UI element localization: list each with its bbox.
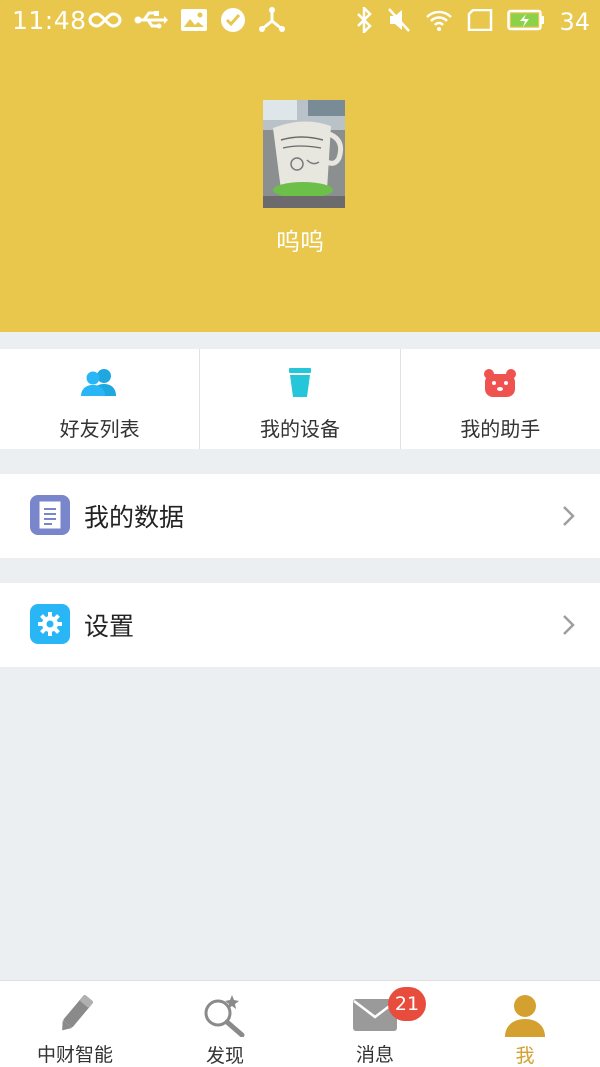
nav-item-messages[interactable]: 21 消息 — [300, 981, 450, 1067]
my-data-row[interactable]: 我的数据 — [0, 474, 600, 558]
nav-label-discover: 发现 — [205, 1045, 244, 1067]
chevron-right-icon — [558, 613, 578, 637]
bear-icon — [480, 367, 520, 399]
sim-icon — [467, 8, 493, 35]
share-icon — [258, 7, 286, 37]
nav-label-me: 我 — [515, 1045, 535, 1067]
friends-list-button[interactable]: 好友列表 — [0, 349, 199, 449]
settings-label: 设置 — [84, 612, 135, 641]
nav-item-me[interactable]: 我 — [450, 981, 600, 1067]
my-devices-button[interactable]: 我的设备 — [199, 349, 399, 449]
profile-header: 11:48 34 呜呜 — [0, 0, 600, 332]
avatar[interactable] — [263, 100, 345, 208]
cup-icon — [280, 367, 320, 399]
discover-icon — [201, 993, 249, 1037]
check-circle-icon — [220, 7, 246, 37]
my-devices-label: 我的设备 — [259, 417, 340, 441]
message-count-badge: 21 — [388, 987, 426, 1021]
nav-item-home[interactable]: 中财智能 — [0, 981, 150, 1067]
my-assistant-button[interactable]: 我的助手 — [399, 349, 600, 449]
infinity-icon — [88, 10, 122, 34]
nav-label-messages: 消息 — [355, 1044, 394, 1066]
mute-icon — [387, 7, 411, 37]
nav-label-home: 中财智能 — [36, 1044, 113, 1066]
my-assistant-label: 我的助手 — [460, 417, 541, 441]
image-icon — [180, 8, 208, 36]
battery-level: 34 — [559, 8, 590, 36]
status-bar: 11:48 34 — [0, 0, 600, 44]
status-time: 11:48 — [12, 6, 87, 35]
username: 呜呜 — [276, 228, 324, 256]
chevron-right-icon — [558, 504, 578, 528]
nav-item-discover[interactable]: 发现 — [150, 981, 300, 1067]
usb-icon — [134, 9, 168, 35]
bottom-nav: 中财智能 发现 21 消息 我 — [0, 980, 600, 1067]
wifi-icon — [425, 8, 453, 36]
settings-row[interactable]: 设置 — [0, 583, 600, 667]
friends-list-label: 好友列表 — [59, 417, 140, 441]
user-icon — [501, 993, 549, 1037]
pen-icon — [51, 993, 99, 1036]
gear-icon — [30, 604, 70, 644]
bluetooth-icon — [355, 4, 373, 37]
my-data-label: 我的数据 — [84, 503, 185, 532]
friends-icon — [80, 367, 120, 399]
quick-actions: 好友列表 我的设备 我的助手 — [0, 349, 600, 449]
document-icon — [30, 495, 70, 535]
battery-charging-icon — [507, 9, 545, 35]
